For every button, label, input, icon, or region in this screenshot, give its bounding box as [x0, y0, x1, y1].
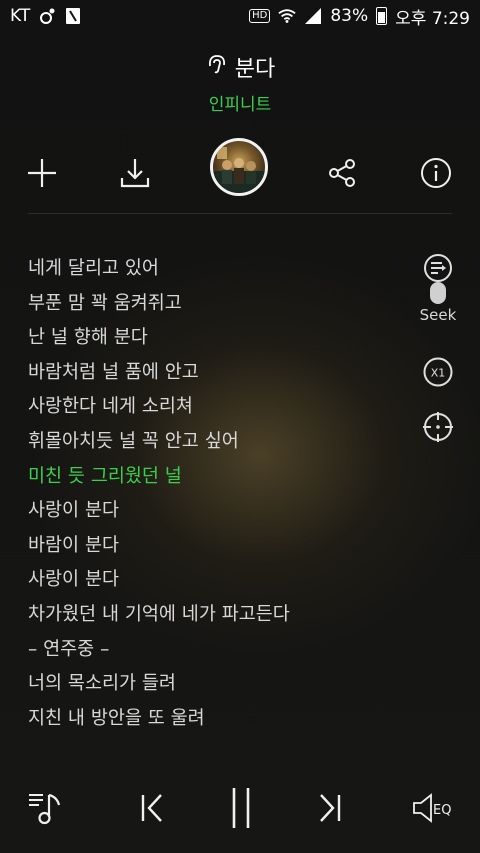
share-button[interactable] [314, 138, 370, 208]
lyric-line[interactable]: 바람이 분다 [28, 529, 408, 564]
lyric-line[interactable]: 사랑한다 네게 소리쳐 [28, 390, 408, 425]
previous-button[interactable] [124, 780, 180, 836]
hd-badge: HD [249, 9, 271, 23]
artist-name[interactable]: 인피니트 [0, 90, 480, 115]
eq-label: EQ [433, 803, 451, 818]
lyric-line[interactable]: 사랑이 분다 [28, 494, 408, 529]
playlist-music-icon [29, 793, 61, 825]
pause-button[interactable] [213, 780, 269, 836]
speed-button[interactable]: X1 [410, 356, 466, 388]
wifi-icon [278, 7, 296, 25]
signal-icon [304, 7, 322, 25]
next-button[interactable] [302, 780, 358, 836]
info-icon [421, 158, 451, 188]
battery-icon [376, 7, 388, 25]
skip-next-icon [320, 794, 341, 822]
carrier-app-icon [38, 7, 56, 25]
add-icon [28, 159, 56, 187]
info-button[interactable] [408, 138, 464, 208]
lyric-line[interactable]: 네게 달리고 있어 [28, 252, 408, 287]
status-bar: KT HD 83% 오후 7:29 [0, 0, 480, 32]
lyric-line[interactable]: 차가웠던 내 기억에 네가 파고든다 [28, 598, 408, 633]
album-art[interactable] [210, 138, 268, 196]
skip-previous-icon [141, 794, 162, 822]
lyric-line[interactable]: 사랑이 분다 [28, 563, 408, 598]
lyric-line[interactable]: 바람처럼 널 품에 안고 [28, 356, 408, 391]
earphone-icon [205, 52, 229, 82]
equalizer-button[interactable]: EQ [408, 780, 464, 836]
lyric-line-current[interactable]: 미친 듯 그리웠던 널 [28, 460, 408, 495]
add-to-playlist-button[interactable] [14, 138, 70, 208]
lyric-line[interactable]: – 연주중 – [28, 633, 408, 668]
clock: 오후 7:29 [395, 8, 470, 29]
lyric-line[interactable]: 지친 내 방안을 또 울려 [28, 702, 408, 737]
player-controls: EQ [0, 770, 480, 850]
lyric-line[interactable]: 휘몰아치듯 널 꼭 안고 싶어 [28, 425, 408, 460]
download-icon [120, 159, 150, 188]
lyrics-list[interactable]: 네게 달리고 있어 부푼 맘 꽉 움켜쥐고 난 널 향해 분다 바람처럼 널 품… [28, 252, 408, 736]
seek-toggle-button[interactable]: Seek [410, 252, 466, 324]
lyric-line[interactable]: 난 널 향해 분다 [28, 321, 408, 356]
battery-percent: 83% [330, 6, 369, 26]
playlist-button[interactable] [18, 780, 74, 836]
download-button[interactable] [107, 138, 163, 208]
eq-speaker-icon: EQ [413, 793, 451, 823]
seek-label: Seek [419, 306, 457, 324]
locate-current-button[interactable] [410, 410, 466, 444]
crosshair-icon [423, 412, 453, 442]
pause-icon [232, 788, 250, 828]
lyrics-seek-icon [424, 254, 452, 282]
lyric-line[interactable]: 너의 목소리가 들려 [28, 667, 408, 702]
seek-toggle[interactable] [430, 282, 446, 304]
notification-icon [64, 7, 82, 25]
carrier-label: KT [10, 6, 31, 26]
speed-icon: X1 [423, 357, 453, 387]
share-icon [329, 159, 355, 187]
song-title: 분다 [234, 57, 276, 82]
song-title-row: 분다 [0, 50, 480, 84]
lyric-line[interactable]: 부푼 맘 꽉 움켜쥐고 [28, 287, 408, 322]
speed-label: X1 [431, 367, 446, 380]
divider [28, 213, 452, 214]
